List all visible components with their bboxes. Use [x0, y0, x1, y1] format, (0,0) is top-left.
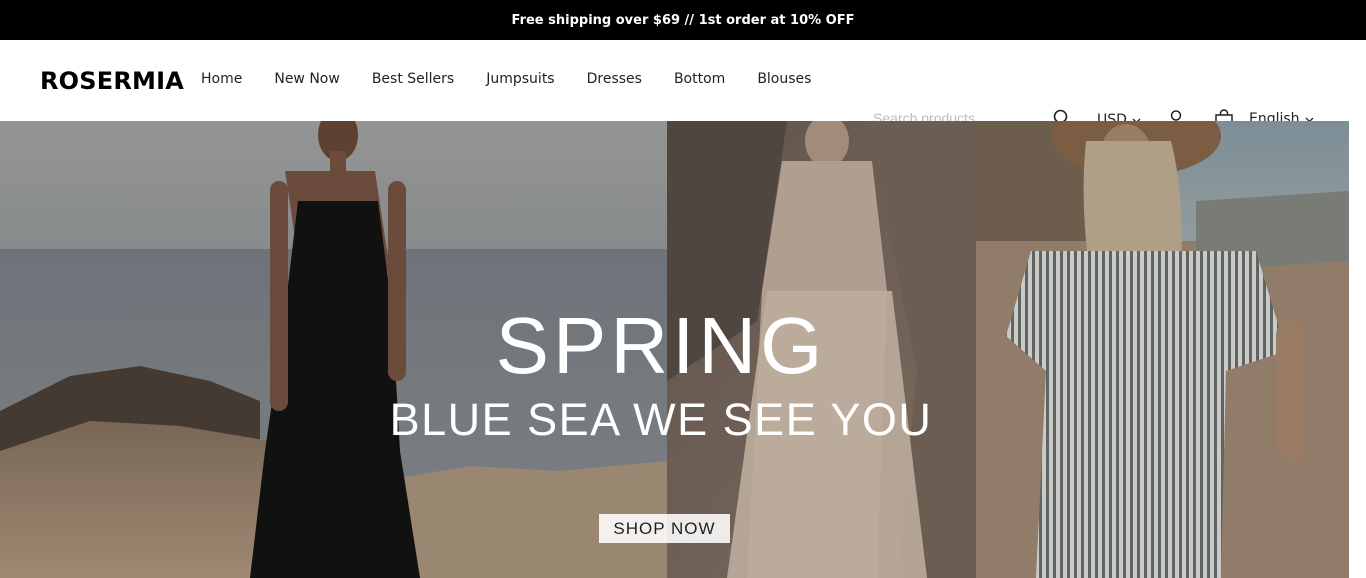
announcement-text: Free shipping over $69 // 1st order at 1… [511, 12, 855, 28]
hero-subtitle: BLUE SEA WE SEE YOU [389, 394, 933, 445]
hero-title: SPRING [495, 301, 827, 390]
nav-best-sellers[interactable]: Best Sellers [372, 71, 454, 87]
hero-banner[interactable]: SPRING BLUE SEA WE SEE YOU SHOP NOW [0, 121, 1349, 578]
shop-now-button[interactable]: SHOP NOW [599, 514, 730, 543]
nav-dresses[interactable]: Dresses [587, 71, 642, 87]
nav-jumpsuits[interactable]: Jumpsuits [486, 71, 554, 87]
brand-logo[interactable]: ROSERMIA [40, 67, 184, 95]
nav-bottom[interactable]: Bottom [674, 71, 725, 87]
announcement-bar: Free shipping over $69 // 1st order at 1… [0, 0, 1366, 40]
main-nav: Home New Now Best Sellers Jumpsuits Dres… [201, 71, 843, 87]
site-header: ROSERMIA Home New Now Best Sellers Jumps… [0, 40, 1366, 133]
nav-home[interactable]: Home [201, 71, 242, 87]
nav-new-now[interactable]: New Now [274, 71, 339, 87]
nav-blouses[interactable]: Blouses [757, 71, 811, 87]
